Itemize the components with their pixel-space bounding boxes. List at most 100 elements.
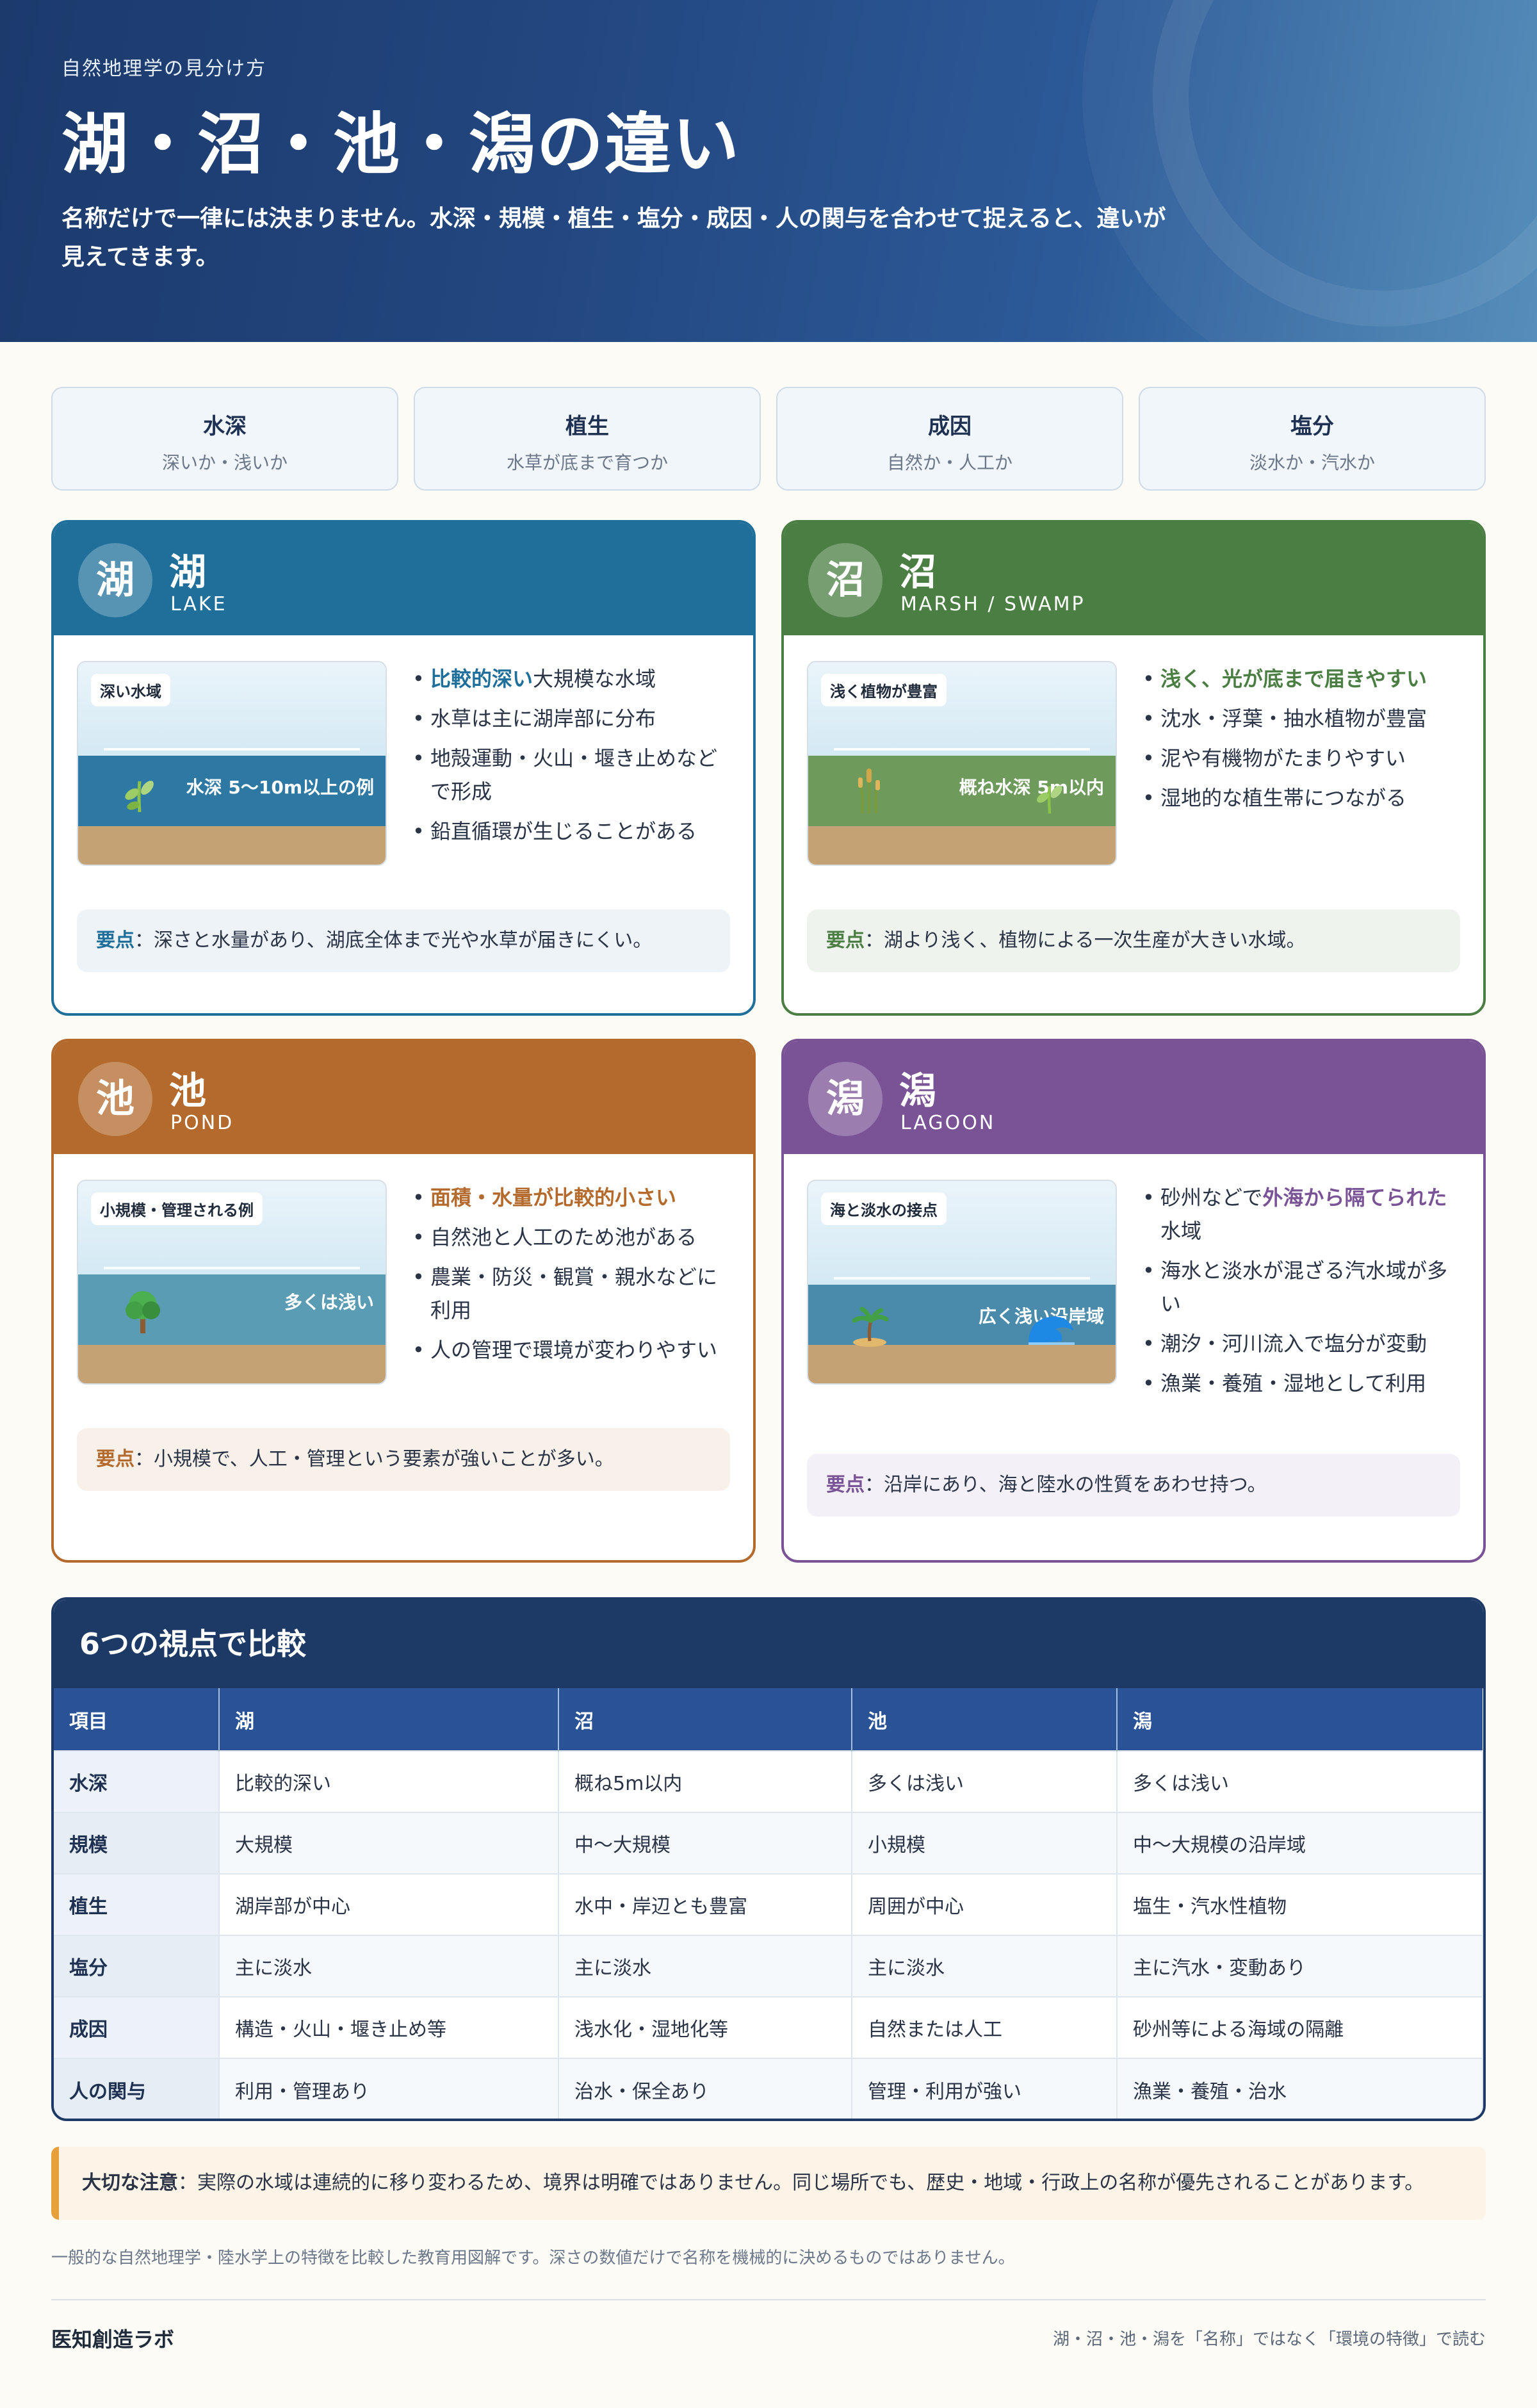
row-header: 成因 bbox=[54, 1996, 220, 2058]
feature-item: 人の管理で環境が変わりやすい bbox=[411, 1333, 731, 1367]
key-text: ：湖より浅く、植物による一次生産が大きい水域。 bbox=[865, 929, 1306, 952]
key-point: 要点：深さと水量があり、湖底全体まで光や水草が届きにくい。 bbox=[77, 909, 730, 972]
feature-item: 浅く、光が底まで届きやすい bbox=[1141, 662, 1461, 696]
key-text: ：沿岸にあり、海と陸水の性質をあわせ持つ。 bbox=[865, 1474, 1267, 1496]
table-cell: 利用・管理あり bbox=[219, 2058, 559, 2119]
footer-tagline: 湖・沼・池・潟を「名称」ではなく「環境の特徴」で読む bbox=[1052, 2330, 1486, 2349]
table-header-row: 項目 湖 沼 池 潟 bbox=[54, 1688, 1483, 1751]
marsh-illustration: 浅く植物が豊富 概ね水深 5m以内 bbox=[807, 661, 1117, 866]
key-text: ：深さと水量があり、湖底全体まで光や水草が届きにくい。 bbox=[134, 929, 653, 952]
card-english-name: MARSH / SWAMP bbox=[900, 593, 1086, 615]
table-row: 塩分 主に淡水 主に淡水 主に淡水 主に汽水・変動あり bbox=[54, 1935, 1483, 1997]
feature-item: 面積・水量が比較的小さい bbox=[411, 1181, 731, 1214]
column-header: 沼 bbox=[558, 1688, 852, 1751]
criterion-depth: 水深 深いか・浅いか bbox=[51, 387, 398, 491]
table-cell: 主に汽水・変動あり bbox=[1117, 1935, 1483, 1997]
table-row: 植生 湖岸部が中心 水中・岸辺とも豊富 周囲が中心 塩生・汽水性植物 bbox=[54, 1873, 1483, 1935]
table-cell: 多くは浅い bbox=[852, 1750, 1118, 1812]
table-row: 水深 比較的深い 概ね5m以内 多くは浅い 多くは浅い bbox=[54, 1750, 1483, 1812]
card-badge: 潟 bbox=[808, 1062, 882, 1136]
feature-item: 地殻運動・火山・堰き止めなどで形成 bbox=[411, 742, 731, 808]
criterion-title: 水深 bbox=[203, 414, 247, 439]
row-header: 規模 bbox=[54, 1812, 220, 1874]
reed-icon bbox=[853, 763, 885, 817]
column-header: 湖 bbox=[219, 1688, 559, 1751]
comparison-table: 6つの視点で比較 項目 湖 沼 池 潟 水深 比較的深い 概ね5m以内 多くは浅… bbox=[51, 1597, 1486, 2121]
criterion-sub: 自然か・人工か bbox=[886, 452, 1012, 473]
column-header: 潟 bbox=[1117, 1688, 1483, 1751]
criterion-origin: 成因 自然か・人工か bbox=[776, 387, 1123, 491]
criterion-title: 成因 bbox=[928, 414, 972, 439]
feature-item: 農業・防災・観賞・親水などに利用 bbox=[411, 1260, 731, 1327]
key-point: 要点：沿岸にあり、海と陸水の性質をあわせ持つ。 bbox=[807, 1454, 1460, 1517]
row-header: 人の関与 bbox=[54, 2058, 220, 2119]
feature-item: 鉛直循環が生じることがある bbox=[411, 815, 731, 848]
card-badge: 池 bbox=[78, 1062, 152, 1136]
sprout-icon bbox=[1032, 775, 1067, 817]
card-english-name: LAGOON bbox=[900, 1112, 996, 1134]
card-name: 沼 bbox=[899, 550, 937, 594]
table-cell: 塩生・汽水性植物 bbox=[1117, 1873, 1483, 1935]
wave-icon bbox=[1026, 1313, 1076, 1349]
table-row: 成因 構造・火山・堰き止め等 浅水化・湿地化等 自然または人工 砂州等による海域… bbox=[54, 1996, 1483, 2058]
footnote: 一般的な自然地理学・陸水学上の特徴を比較した教育用図解です。深さの数値だけで名称… bbox=[51, 2249, 1015, 2268]
illustration-tag: 小規模・管理される例 bbox=[91, 1192, 263, 1225]
table-cell: 中〜大規模 bbox=[558, 1812, 852, 1874]
criterion-sub: 淡水か・汽水か bbox=[1249, 452, 1375, 473]
table-cell: 主に淡水 bbox=[219, 1935, 559, 1997]
tree-icon bbox=[122, 1286, 164, 1337]
feature-item: 潮汐・河川流入で塩分が変動 bbox=[1141, 1327, 1461, 1360]
table-cell: 周囲が中心 bbox=[852, 1873, 1118, 1935]
illustration-tag: 深い水域 bbox=[91, 674, 170, 706]
feature-item: 水草は主に湖岸部に分布 bbox=[411, 702, 731, 735]
table-cell: 自然または人工 bbox=[852, 1996, 1118, 2058]
table-cell: 主に淡水 bbox=[558, 1935, 852, 1997]
card-name: 潟 bbox=[899, 1069, 937, 1112]
column-header: 池 bbox=[852, 1688, 1118, 1751]
card-header: 湖 湖 LAKE bbox=[54, 523, 753, 635]
row-header: 植生 bbox=[54, 1873, 220, 1935]
key-label: 要点 bbox=[96, 1448, 134, 1470]
row-header: 水深 bbox=[54, 1750, 220, 1812]
note-text: ：実際の水域は連続的に移り変わるため、境界は明確ではありません。同じ場所でも、歴… bbox=[178, 2172, 1424, 2194]
table-cell: 漁業・養殖・治水 bbox=[1117, 2058, 1483, 2119]
card-english-name: POND bbox=[170, 1112, 234, 1134]
criterion-title: 植生 bbox=[565, 414, 609, 439]
feature-item: 漁業・養殖・湿地として利用 bbox=[1141, 1367, 1461, 1400]
card-header: 沼 沼 MARSH / SWAMP bbox=[784, 523, 1483, 635]
lead-text: 名称だけで一律には決まりません。水深・規模・植生・塩分・成因・人の関与を合わせて… bbox=[61, 206, 1166, 270]
criterion-salinity: 塩分 淡水か・汽水か bbox=[1139, 387, 1486, 491]
table-cell: 水中・岸辺とも豊富 bbox=[558, 1873, 852, 1935]
feature-item: 泥や有機物がたまりやすい bbox=[1141, 742, 1461, 775]
feature-highlight: 外海から隔てられた bbox=[1262, 1185, 1447, 1210]
table-cell: 管理・利用が強い bbox=[852, 2058, 1118, 2119]
table-cell: 中〜大規模の沿岸域 bbox=[1117, 1812, 1483, 1874]
key-point: 要点：湖より浅く、植物による一次生産が大きい水域。 bbox=[807, 909, 1460, 972]
lake-features: 比較的深い大規模な水域 水草は主に湖岸部に分布 地殻運動・火山・堰き止めなどで形… bbox=[411, 662, 731, 854]
key-text: ：小規模で、人工・管理という要素が強いことが多い。 bbox=[134, 1448, 614, 1470]
island-icon bbox=[849, 1306, 890, 1350]
table-cell: 大規模 bbox=[219, 1812, 559, 1874]
card-badge: 沼 bbox=[808, 543, 882, 617]
note-label: 大切な注意 bbox=[82, 2172, 178, 2194]
card-lake: 湖 湖 LAKE 深い水域 水深 5〜10m以上の例 比較的深い大規模な水域 水… bbox=[51, 520, 756, 1016]
card-badge: 湖 bbox=[78, 543, 152, 617]
lake-illustration: 深い水域 水深 5〜10m以上の例 bbox=[77, 661, 387, 866]
card-header: 潟 潟 LAGOON bbox=[784, 1041, 1483, 1154]
table-cell: 砂州等による海域の隔離 bbox=[1117, 1996, 1483, 2058]
table-body: 項目 湖 沼 池 潟 水深 比較的深い 概ね5m以内 多くは浅い 多くは浅い 規… bbox=[54, 1688, 1483, 2119]
divider bbox=[51, 2299, 1486, 2300]
key-label: 要点 bbox=[826, 1474, 865, 1496]
eyebrow: 自然地理学の見分け方 bbox=[61, 58, 266, 80]
key-point: 要点：小規模で、人工・管理という要素が強いことが多い。 bbox=[77, 1428, 730, 1491]
water-depth-label: 多くは浅い bbox=[284, 1292, 374, 1313]
card-pond: 池 池 POND 小規模・管理される例 多くは浅い 面積・水量が比較的小さい 自… bbox=[51, 1039, 756, 1563]
feature-highlight: 面積・水量が比較的小さい bbox=[430, 1185, 677, 1210]
card-marsh: 沼 沼 MARSH / SWAMP 浅く植物が豊富 概ね水深 5m以内 浅く、光… bbox=[781, 520, 1486, 1016]
feature-item: 砂州などで外海から隔てられた水域 bbox=[1141, 1181, 1461, 1248]
card-lagoon: 潟 潟 LAGOON 海と淡水の接点 広く浅い沿岸域 砂州などで外海から隔てられ… bbox=[781, 1039, 1486, 1563]
pond-features: 面積・水量が比較的小さい 自然池と人工のため池がある 農業・防災・観賞・親水など… bbox=[411, 1181, 731, 1373]
column-header: 項目 bbox=[54, 1688, 220, 1751]
criterion-sub: 深いか・浅いか bbox=[161, 452, 288, 473]
feature-item: 比較的深い大規模な水域 bbox=[411, 662, 731, 696]
